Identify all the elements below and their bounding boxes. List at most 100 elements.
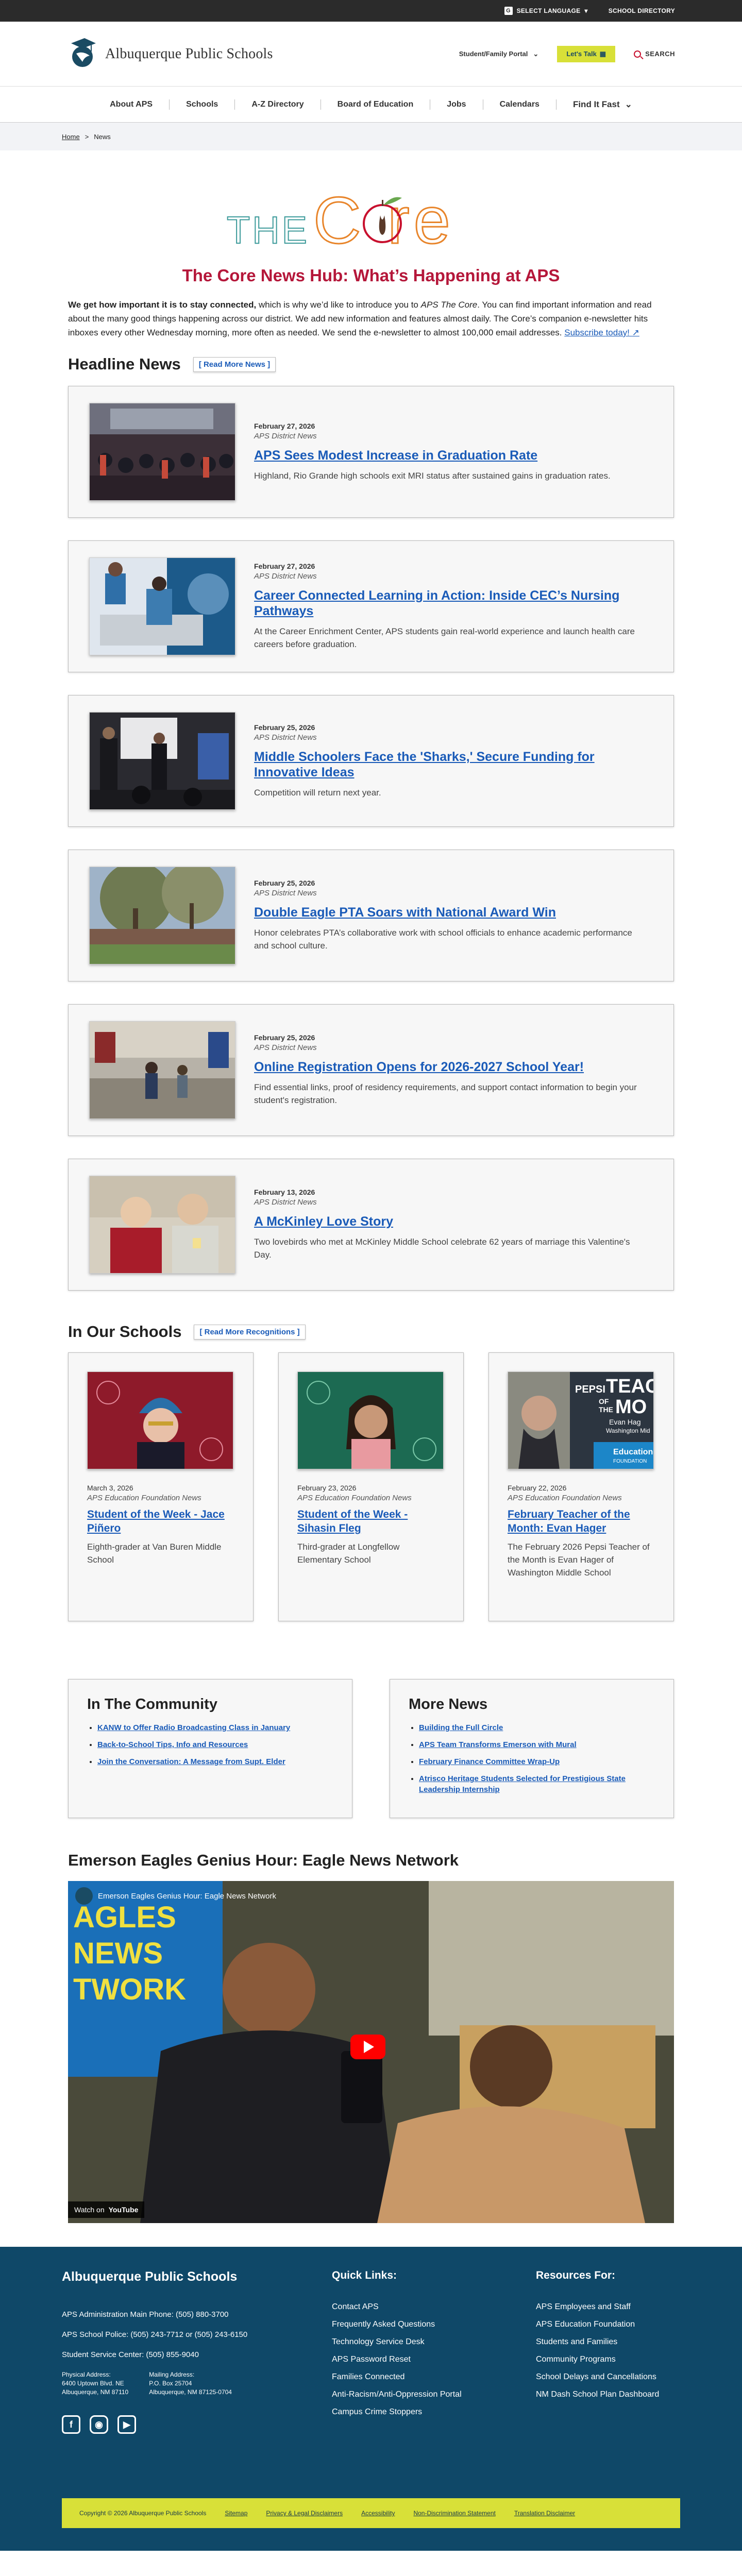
poster-the: THE	[599, 1405, 613, 1414]
nav-find-it-fast[interactable]: Find It Fast ⌄	[556, 99, 649, 110]
footer-quick-links: Quick Links: Contact APS Frequently Aske…	[332, 2269, 536, 2434]
story-description: Competition will return next year.	[254, 787, 381, 798]
story-title-link[interactable]: Middle Schoolers Face the 'Sharks,' Secu…	[254, 749, 643, 780]
story-card[interactable]: February 27, 2026 APS District News Care…	[68, 540, 674, 672]
youtube-icon[interactable]: ▶	[117, 2415, 136, 2434]
nav-calendars[interactable]: Calendars	[483, 99, 556, 110]
video-bg-word: NEWS	[73, 1937, 163, 1970]
card-description: The February 2026 Pepsi Teacher of the M…	[508, 1542, 650, 1578]
story-card[interactable]: February 25, 2026 APS District News Midd…	[68, 695, 674, 827]
intro-bold: We get how important it is to stay conne…	[68, 300, 257, 310]
subscribe-link[interactable]: Subscribe today! ↗	[564, 328, 639, 337]
portal-label: Student/Family Portal	[459, 50, 528, 58]
community-link[interactable]: Back-to-School Tips, Info and Resources	[97, 1740, 248, 1749]
story-title-link[interactable]: Online Registration Opens for 2026-2027 …	[254, 1059, 643, 1075]
community-link[interactable]: Join the Conversation: A Message from Su…	[97, 1757, 285, 1766]
breadcrumb-home[interactable]: Home	[62, 133, 80, 141]
list-item: Building the Full Circle	[419, 1722, 655, 1733]
story-body: February 27, 2026 APS District News Care…	[254, 562, 653, 651]
story-card[interactable]: February 27, 2026 APS District News APS …	[68, 386, 674, 518]
video-section-title: Emerson Eagles Genius Hour: Eagle News N…	[68, 1851, 459, 1869]
quick-link[interactable]: Anti-Racism/Anti-Oppression Portal	[332, 2390, 536, 2399]
quick-link[interactable]: Campus Crime Stoppers	[332, 2408, 536, 2417]
nav-about[interactable]: About APS	[93, 99, 170, 110]
caret-down-icon: ▾	[584, 7, 588, 14]
story-card[interactable]: February 25, 2026 APS District News Onli…	[68, 1004, 674, 1136]
quick-link[interactable]: Contact APS	[332, 2302, 536, 2312]
story-title-link[interactable]: A McKinley Love Story	[254, 1214, 643, 1229]
instagram-icon[interactable]: ◉	[90, 2415, 108, 2434]
resource-link[interactable]: APS Employees and Staff	[536, 2302, 659, 2312]
resource-link[interactable]: Community Programs	[536, 2355, 659, 2364]
intro-paragraph: We get how important it is to stay conne…	[68, 298, 674, 340]
legal-link[interactable]: Non-Discrimination Statement	[413, 2510, 495, 2517]
resource-link[interactable]: Students and Families	[536, 2337, 659, 2347]
story-title-link[interactable]: Career Connected Learning in Action: Ins…	[254, 588, 643, 619]
school-cards: March 3, 2026 APS Education Foundation N…	[68, 1352, 674, 1621]
community-link[interactable]: KANW to Offer Radio Broadcasting Class i…	[97, 1723, 290, 1732]
site-logo[interactable]: Albuquerque Public Schools	[67, 36, 273, 72]
legal-link[interactable]: Accessibility	[361, 2510, 395, 2517]
read-more-news-button[interactable]: [ Read More News ]	[193, 357, 276, 372]
search-button[interactable]: SEARCH	[634, 50, 675, 58]
legal-link[interactable]: Sitemap	[225, 2510, 247, 2517]
footer-contact: Albuquerque Public Schools APS Administr…	[62, 2269, 332, 2434]
lets-talk-button[interactable]: Let's Talk ▦	[557, 45, 616, 62]
address-line: P.O. Box 25704	[149, 2380, 192, 2387]
more-news-link[interactable]: Building the Full Circle	[419, 1723, 503, 1732]
search-label: SEARCH	[645, 50, 675, 58]
resource-link[interactable]: NM Dash School Plan Dashboard	[536, 2390, 659, 2399]
play-button[interactable]	[350, 2035, 385, 2059]
story-thumbnail	[89, 1021, 235, 1119]
address-label: Physical Address:	[62, 2371, 111, 2378]
story-card[interactable]: February 25, 2026 APS District News Doub…	[68, 850, 674, 981]
story-date: February 25, 2026	[254, 1033, 315, 1042]
resources-title: Resources For:	[536, 2269, 616, 2281]
card-date: March 3, 2026	[87, 1484, 133, 1492]
more-news-link[interactable]: February Finance Committee Wrap-Up	[419, 1757, 560, 1766]
card-date: February 23, 2026	[297, 1484, 357, 1492]
recognition-card[interactable]: February 23, 2026 APS Education Foundati…	[278, 1352, 464, 1621]
quick-link[interactable]: Frequently Asked Questions	[332, 2320, 536, 2329]
video-label: Emerson Eagles Genius Hour: Eagle News N…	[98, 1891, 276, 1901]
story-title-link[interactable]: APS Sees Modest Increase in Graduation R…	[254, 448, 611, 463]
card-title-link[interactable]: Student of the Week - Jace Piñero	[87, 1507, 234, 1535]
legal-link[interactable]: Translation Disclaimer	[514, 2510, 575, 2517]
recognition-card[interactable]: March 3, 2026 APS Education Foundation N…	[68, 1352, 254, 1621]
subscribe-label: Subscribe today!	[564, 328, 630, 337]
facebook-icon[interactable]: f	[62, 2415, 80, 2434]
resource-link[interactable]: APS Education Foundation	[536, 2320, 659, 2329]
more-news-box: More News Building the Full Circle APS T…	[390, 1679, 674, 1818]
poster-foundation: FOUNDATION	[613, 1459, 647, 1464]
address-line: Albuquerque, NM 87125-0704	[149, 2388, 232, 2396]
card-title-link[interactable]: Student of the Week - Sihasin Fleg	[297, 1507, 445, 1535]
story-card[interactable]: February 13, 2026 APS District News A Mc…	[68, 1159, 674, 1291]
more-news-link[interactable]: Atrisco Heritage Students Selected for P…	[419, 1774, 626, 1794]
copyright: Copyright © 2026 Albuquerque Public Scho…	[79, 2510, 207, 2517]
watch-on-youtube[interactable]: Watch on YouTube	[68, 2201, 145, 2218]
story-title-link[interactable]: Double Eagle PTA Soars with National Awa…	[254, 905, 643, 920]
language-selector[interactable]: G SELECT LANGUAGE ▾	[504, 7, 588, 15]
more-news-link[interactable]: APS Team Transforms Emerson with Mural	[419, 1740, 577, 1749]
quick-link[interactable]: APS Password Reset	[332, 2355, 536, 2364]
headline-header: Headline News [ Read More News ]	[68, 355, 674, 374]
nav-directory[interactable]: A-Z Directory	[235, 99, 321, 110]
school-directory-link[interactable]: SCHOOL DIRECTORY	[609, 7, 675, 14]
nav-jobs[interactable]: Jobs	[430, 99, 483, 110]
card-title-link[interactable]: February Teacher of the Month: Evan Hage…	[508, 1507, 655, 1535]
quick-links-title: Quick Links:	[332, 2269, 397, 2281]
portal-dropdown[interactable]: Student/Family Portal ⌄	[459, 50, 539, 58]
quick-link[interactable]: Families Connected	[332, 2372, 536, 2382]
resource-link[interactable]: School Delays and Cancellations	[536, 2372, 659, 2382]
story-body: February 25, 2026 APS District News Doub…	[254, 879, 653, 952]
nav-board[interactable]: Board of Education	[321, 99, 431, 110]
recognition-card[interactable]: PEPSITEACOFTHEMOEvan HagWashington Mid Ed…	[488, 1352, 674, 1621]
quick-link[interactable]: Technology Service Desk	[332, 2337, 536, 2347]
social-links: f ◉ ▶	[62, 2415, 332, 2434]
read-more-recognitions-button[interactable]: [ Read More Recognitions ]	[194, 1324, 306, 1340]
legal-link[interactable]: Privacy & Legal Disclaimers	[266, 2510, 343, 2517]
footer-brand: Albuquerque Public Schools	[62, 2269, 238, 2284]
nav-schools[interactable]: Schools	[170, 99, 235, 110]
youtube-video-player[interactable]: AGLES NEWS TWORK Emerson Eagles Genius H…	[68, 1881, 674, 2223]
card-description: Eighth-grader at Van Buren Middle School	[87, 1542, 222, 1565]
